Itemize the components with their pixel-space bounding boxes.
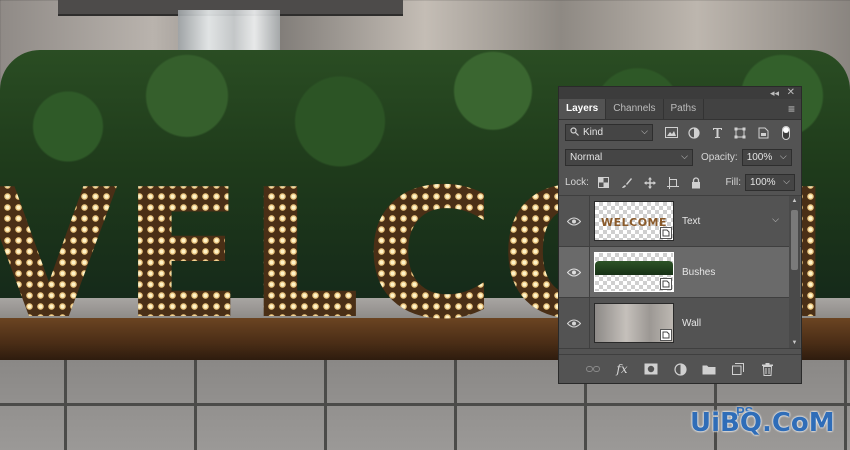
close-icon[interactable]: ✕ bbox=[787, 87, 795, 99]
tab-paths[interactable]: Paths bbox=[664, 99, 705, 119]
opacity-field[interactable]: 100% ⌵ bbox=[741, 149, 792, 166]
smart-object-badge-icon bbox=[660, 329, 672, 341]
layer-style-fx-icon[interactable]: fx bbox=[614, 361, 630, 377]
blend-mode-dropdown[interactable]: Normal ⌵ bbox=[565, 149, 693, 166]
new-group-folder-icon[interactable] bbox=[701, 361, 717, 377]
blend-mode-value: Normal bbox=[570, 152, 603, 163]
layer-name[interactable]: Bushes bbox=[682, 267, 715, 278]
layers-panel: ◂◂ ✕ Layers Channels Paths ≡ Kind ⌵ Norm… bbox=[558, 86, 802, 384]
layers-bottom-toolbar: fx bbox=[559, 354, 801, 383]
chevron-down-icon[interactable]: ⌵ bbox=[772, 214, 779, 225]
panel-titlebar: ◂◂ ✕ bbox=[559, 87, 801, 99]
visibility-eye-icon[interactable] bbox=[559, 216, 589, 226]
lock-all-icon[interactable] bbox=[688, 176, 704, 190]
type-filter-icon[interactable] bbox=[709, 126, 725, 140]
layer-row-bushes[interactable]: Bushes bbox=[559, 247, 801, 298]
filter-kind-dropdown[interactable]: Kind ⌵ bbox=[565, 124, 653, 141]
eye-divider bbox=[589, 298, 590, 348]
thumbnail-bush bbox=[595, 261, 673, 275]
opacity-label: Opacity: bbox=[701, 152, 738, 163]
adjustment-filter-icon[interactable] bbox=[686, 126, 702, 140]
lock-label: Lock: bbox=[565, 177, 589, 188]
add-mask-icon[interactable] bbox=[643, 361, 659, 377]
adjustment-layer-icon[interactable] bbox=[672, 361, 688, 377]
layer-name[interactable]: Wall bbox=[682, 318, 701, 329]
filter-toggle-icon[interactable] bbox=[778, 125, 794, 140]
search-icon bbox=[570, 126, 579, 139]
lock-transparent-pixels-icon[interactable] bbox=[596, 176, 612, 190]
layers-list: WELCOME Text ⌵ Bushes Wall ▲ ▼ bbox=[559, 195, 801, 349]
layer-row-wall[interactable]: Wall bbox=[559, 298, 801, 349]
layer-thumbnail: WELCOME bbox=[594, 201, 674, 241]
smart-object-badge-icon bbox=[660, 227, 672, 239]
scroll-thumb[interactable] bbox=[791, 210, 798, 270]
delete-layer-trash-icon[interactable] bbox=[759, 361, 775, 377]
collapse-icon[interactable]: ◂◂ bbox=[770, 87, 779, 99]
new-layer-icon[interactable] bbox=[730, 361, 746, 377]
filter-row: Kind ⌵ bbox=[559, 120, 801, 145]
visibility-eye-icon[interactable] bbox=[559, 267, 589, 277]
layer-row-text[interactable]: WELCOME Text ⌵ bbox=[559, 196, 801, 247]
panel-menu-icon[interactable]: ≡ bbox=[788, 99, 795, 119]
smart-object-badge-icon bbox=[660, 278, 672, 290]
fill-field[interactable]: 100% ⌵ bbox=[745, 174, 795, 191]
chevron-down-icon: ⌵ bbox=[783, 176, 790, 186]
chevron-down-icon: ⌵ bbox=[641, 126, 648, 136]
fill-value: 100% bbox=[750, 177, 776, 188]
tab-channels[interactable]: Channels bbox=[606, 99, 664, 119]
layer-thumbnail bbox=[594, 303, 674, 343]
panel-tabs: Layers Channels Paths ≡ bbox=[559, 99, 801, 120]
layer-name[interactable]: Text bbox=[682, 216, 700, 227]
smart-object-filter-icon[interactable] bbox=[755, 126, 771, 140]
chevron-down-icon: ⌵ bbox=[681, 151, 688, 161]
tab-layers[interactable]: Layers bbox=[559, 99, 607, 119]
scroll-up-icon[interactable]: ▲ bbox=[789, 196, 800, 206]
watermark-logo: UiBQ.CoM bbox=[690, 408, 835, 438]
opacity-value: 100% bbox=[746, 152, 773, 163]
lock-image-pixels-icon[interactable] bbox=[619, 176, 635, 190]
layers-scrollbar[interactable]: ▲ ▼ bbox=[789, 196, 800, 348]
scroll-down-icon[interactable]: ▼ bbox=[789, 338, 800, 348]
shape-filter-icon[interactable] bbox=[732, 126, 748, 140]
chevron-down-icon: ⌵ bbox=[779, 151, 787, 161]
lock-position-icon[interactable] bbox=[642, 176, 658, 190]
fill-label: Fill: bbox=[725, 177, 741, 188]
lock-row: Lock: Fill: 100% ⌵ bbox=[559, 170, 801, 195]
blend-row: Normal ⌵ Opacity: 100% ⌵ bbox=[559, 145, 801, 170]
pixel-filter-icon[interactable] bbox=[663, 126, 679, 140]
link-layers-icon[interactable] bbox=[585, 361, 601, 377]
layer-thumbnail bbox=[594, 252, 674, 292]
filter-kind-label: Kind bbox=[583, 127, 604, 138]
lock-artboard-icon[interactable] bbox=[665, 176, 681, 190]
eye-divider bbox=[589, 247, 590, 297]
visibility-eye-icon[interactable] bbox=[559, 318, 589, 328]
eye-divider bbox=[589, 196, 590, 246]
